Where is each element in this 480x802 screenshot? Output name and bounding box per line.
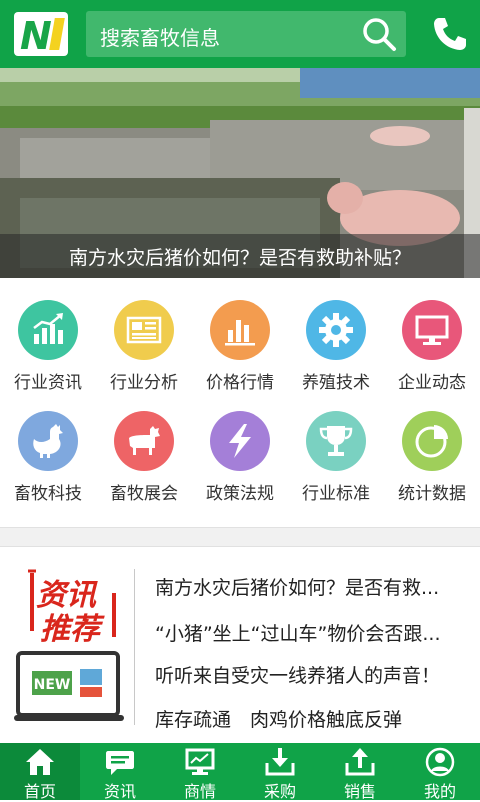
tab-mine[interactable]: 我的 — [400, 743, 480, 801]
tab-label: 我的 — [423, 782, 456, 801]
home-icon — [26, 749, 54, 775]
recommend-title-line2: 推荐 — [40, 612, 105, 647]
category-label: 政策法规 — [206, 484, 274, 504]
vertical-divider — [134, 569, 135, 725]
category-statistics[interactable]: 统计数据 — [384, 401, 480, 512]
chart-growth-icon — [18, 300, 78, 360]
lightning-icon — [210, 411, 270, 471]
trophy-icon — [306, 411, 366, 471]
monitor-icon — [402, 300, 462, 360]
search-placeholder: 搜索畜牧信息 — [100, 26, 220, 50]
category-policy-law[interactable]: 政策法规 — [192, 401, 288, 512]
newspaper-icon — [114, 300, 174, 360]
tab-sales[interactable]: 销售 — [320, 743, 400, 801]
bar-chart-icon — [210, 300, 270, 360]
category-label: 养殖技术 — [302, 373, 370, 393]
news-item[interactable]: 南方水灾后猪价如何？是否有救... — [155, 573, 465, 600]
upload-icon — [345, 748, 375, 776]
category-livestock-expo[interactable]: 畜牧展会 — [96, 401, 192, 512]
category-label: 行业资讯 — [14, 373, 82, 393]
category-farming-tech[interactable]: 养殖技术 — [288, 290, 384, 401]
recommend-badge: 资讯 推荐 NEW — [14, 567, 134, 727]
tab-label: 资讯 — [103, 782, 136, 801]
section-divider — [0, 527, 480, 547]
category-label: 统计数据 — [398, 484, 466, 504]
category-label: 行业标准 — [302, 484, 370, 504]
category-label: 行业分析 — [110, 373, 178, 393]
category-industry-standard[interactable]: 行业标准 — [288, 401, 384, 512]
gear-icon — [306, 300, 366, 360]
tab-label: 销售 — [343, 782, 376, 801]
category-label: 价格行情 — [206, 373, 274, 393]
top-bar: N 搜索畜牧信息 — [0, 0, 480, 68]
cow-icon — [114, 411, 174, 471]
category-label: 畜牧科技 — [14, 484, 82, 504]
recommend-title-line1: 资讯 — [36, 578, 98, 613]
category-livestock-tech[interactable]: 畜牧科技 — [0, 401, 96, 512]
category-grid: 行业资讯 行业分析 价格行情 养殖技术 企业动态 畜牧科技 畜牧展会 政策法规 … — [0, 290, 480, 512]
tab-home[interactable]: 首页 — [0, 743, 80, 801]
category-industry-analysis[interactable]: 行业分析 — [96, 290, 192, 401]
category-price-quotes[interactable]: 价格行情 — [192, 290, 288, 401]
pie-chart-icon — [402, 411, 462, 471]
monitor-icon — [185, 748, 215, 775]
tab-label: 商情 — [183, 782, 216, 801]
search-box[interactable]: 搜索畜牧信息 — [86, 11, 406, 57]
news-item[interactable]: 听听来自受灾一线养猪人的声音！ — [155, 661, 465, 688]
news-banner[interactable]: 南方水灾后猪价如何？是否有救助补贴？ — [0, 68, 480, 278]
new-badge-text: NEW — [34, 677, 71, 693]
news-item[interactable]: “小猪”坐上“过山车”物价会否跟... — [155, 619, 465, 646]
bottom-nav: 首页 资讯 商情 采购 销售 我的 — [0, 743, 480, 801]
recommend-section: 资讯 推荐 NEW 南方水灾后猪价如何？是否有救... “小猪”坐上“过山车”物… — [0, 547, 480, 743]
phone-icon[interactable] — [430, 14, 470, 54]
app-logo[interactable]: N — [14, 12, 68, 56]
tab-label: 首页 — [23, 782, 56, 801]
banner-caption-bar: 南方水灾后猪价如何？是否有救助补贴？ — [0, 234, 480, 278]
news-item[interactable]: 库存疏通 肉鸡价格触底反弹 — [155, 705, 465, 732]
tab-news[interactable]: 资讯 — [80, 743, 160, 801]
message-icon — [106, 751, 134, 775]
category-company-news[interactable]: 企业动态 — [384, 290, 480, 401]
tab-purchase[interactable]: 采购 — [240, 743, 320, 801]
category-industry-news[interactable]: 行业资讯 — [0, 290, 96, 401]
category-label: 企业动态 — [398, 373, 466, 393]
tab-label: 采购 — [263, 782, 296, 801]
rooster-icon — [18, 411, 78, 471]
tab-business[interactable]: 商情 — [160, 743, 240, 801]
download-icon — [265, 748, 295, 776]
banner-caption: 南方水灾后猪价如何？是否有救助补贴？ — [68, 247, 411, 269]
search-icon[interactable] — [360, 15, 398, 53]
category-label: 畜牧展会 — [110, 484, 178, 504]
user-icon — [425, 747, 455, 777]
